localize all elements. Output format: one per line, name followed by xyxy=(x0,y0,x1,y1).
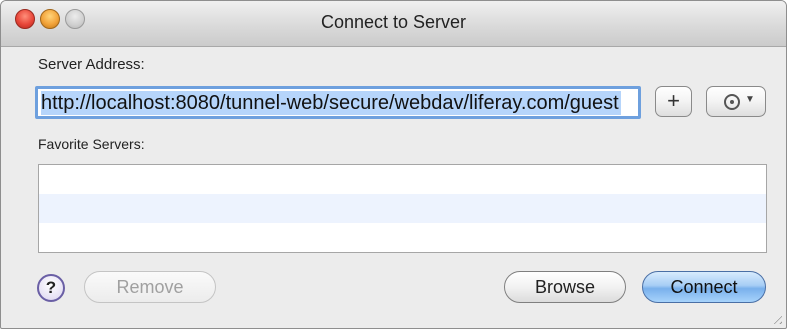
recent-servers-menu-button[interactable]: ▼ xyxy=(706,86,766,117)
favorite-servers-list[interactable] xyxy=(38,164,767,253)
list-item xyxy=(39,165,766,194)
resize-grip-icon[interactable] xyxy=(770,312,782,324)
add-favorite-button[interactable]: + xyxy=(655,86,692,117)
connect-to-server-window: Connect to Server Server Address: http:/… xyxy=(0,0,787,329)
server-address-value: http://localhost:8080/tunnel-web/secure/… xyxy=(41,91,621,115)
gear-icon xyxy=(724,94,740,110)
list-item xyxy=(39,223,766,252)
help-button[interactable]: ? xyxy=(37,274,65,302)
list-item xyxy=(39,194,766,223)
server-address-input[interactable]: http://localhost:8080/tunnel-web/secure/… xyxy=(35,86,641,119)
window-title: Connect to Server xyxy=(320,12,467,32)
browse-button[interactable]: Browse xyxy=(504,271,626,303)
connect-button[interactable]: Connect xyxy=(642,271,766,303)
chevron-down-icon: ▼ xyxy=(745,94,755,105)
server-address-label: Server Address: xyxy=(38,56,145,73)
favorite-servers-label: Favorite Servers: xyxy=(38,136,145,152)
title-bar: Connect to Server xyxy=(1,1,786,47)
remove-button[interactable]: Remove xyxy=(84,271,216,303)
